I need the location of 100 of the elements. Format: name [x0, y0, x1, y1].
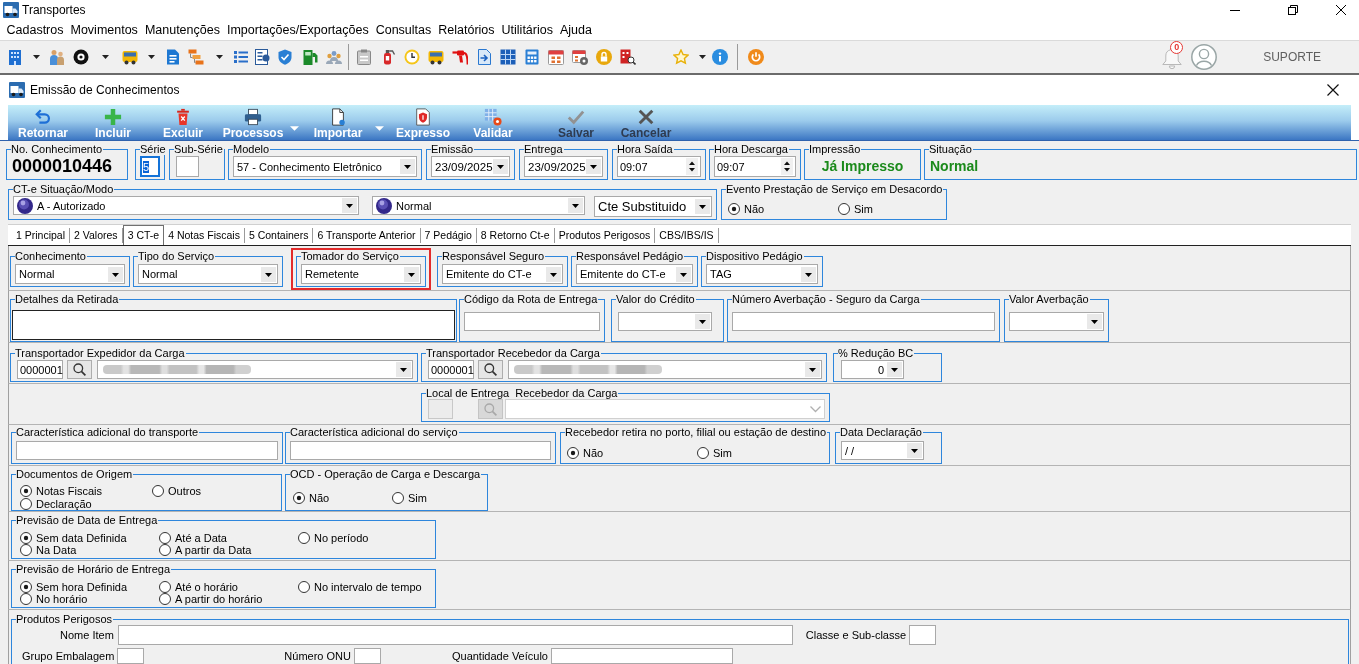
caret-icon[interactable] — [32, 55, 40, 59]
tab[interactable]: 6 Transporte Anterior — [313, 228, 421, 243]
code-field[interactable]: 0000001 — [428, 360, 474, 379]
text-field[interactable] — [176, 156, 199, 177]
dropdown-field[interactable]: TAG — [706, 264, 818, 284]
power-icon[interactable] — [748, 49, 764, 65]
spin-field[interactable]: 09:07 — [617, 156, 701, 177]
tab[interactable]: 7 Pedágio — [420, 228, 477, 243]
menu-item[interactable]: Movimentos — [67, 21, 142, 39]
dropdown-field[interactable]: 0 — [841, 360, 904, 379]
dropdown-field[interactable]: A - Autorizado — [13, 196, 359, 215]
dropdown-field[interactable]: Remetente — [301, 264, 421, 284]
bus-icon[interactable] — [428, 49, 444, 65]
menu-item[interactable]: Cadastros — [3, 21, 67, 39]
bell-icon[interactable] — [1161, 46, 1184, 70]
tab[interactable]: Produtos Perigosos — [554, 228, 656, 243]
radio-option[interactable]: No período — [298, 532, 369, 544]
menu-item[interactable]: Consultas — [372, 21, 435, 39]
caret-icon[interactable] — [698, 55, 706, 59]
search-button[interactable] — [67, 360, 92, 379]
calculator-icon[interactable] — [524, 49, 540, 65]
dropdown-field[interactable]: Cte Substituido — [594, 196, 712, 217]
dropdown-field[interactable] — [618, 312, 712, 331]
text-field[interactable] — [290, 441, 551, 460]
document-arrow-icon[interactable] — [476, 49, 492, 65]
radio-option[interactable]: No horário — [20, 593, 88, 605]
dropdown-field[interactable]: 23/09/2025 — [431, 156, 510, 177]
tab[interactable]: 4 Notas Fiscais — [164, 228, 245, 243]
clipboard-icon[interactable] — [356, 49, 372, 65]
radio-option[interactable]: Sim — [392, 491, 427, 504]
dropdown-field[interactable] — [97, 360, 413, 379]
tab[interactable]: 2 Valores — [70, 228, 123, 243]
radio-option[interactable]: Sem data Definida — [20, 532, 127, 544]
shield-check-icon[interactable] — [277, 49, 293, 65]
menu-item[interactable]: Utilitários — [498, 21, 557, 39]
radio-option[interactable]: Sim — [838, 201, 873, 217]
radio-option[interactable]: Declaração — [20, 497, 92, 510]
text-field[interactable] — [551, 648, 733, 664]
radio-option[interactable]: No intervalo de tempo — [298, 581, 422, 593]
building-search-icon[interactable] — [620, 49, 636, 65]
close-icon[interactable] — [1327, 83, 1339, 96]
document-icon[interactable] — [164, 49, 181, 65]
dropdown-field[interactable]: Emitente do CT-e — [576, 264, 693, 284]
radio-option[interactable]: Não — [728, 201, 765, 217]
search-button[interactable] — [478, 360, 503, 379]
text-field[interactable] — [909, 625, 937, 645]
dropdown-field[interactable]: Normal — [138, 264, 278, 284]
radio-option[interactable]: Até a Data — [159, 532, 227, 544]
clock-icon[interactable] — [404, 49, 420, 65]
close-icon[interactable] — [1335, 5, 1346, 15]
people-icon[interactable] — [49, 49, 65, 65]
user-name[interactable]: SUPORTE — [1263, 50, 1321, 64]
list-icon[interactable] — [232, 49, 249, 65]
menu-item[interactable]: Manutenções — [141, 21, 224, 39]
radio-option[interactable]: Até o horário — [159, 581, 238, 593]
lock-icon[interactable] — [596, 49, 612, 65]
calendar-icon[interactable] — [548, 49, 564, 65]
document-coin-icon[interactable] — [254, 49, 270, 65]
dropdown-field[interactable]: 23/09/2025 — [524, 156, 603, 177]
menu-item[interactable]: Importações/Exportações — [223, 21, 373, 39]
dropdown-field[interactable]: 57 - Conhecimento Eletrônico — [233, 156, 417, 177]
text-field[interactable] — [732, 312, 995, 331]
radio-option[interactable]: Não — [293, 491, 330, 504]
fuel-pump-icon[interactable] — [301, 49, 318, 65]
radio-option[interactable]: A partir da Data — [159, 544, 252, 556]
dropdown-field[interactable] — [1009, 312, 1104, 331]
people-group-icon[interactable] — [325, 49, 342, 65]
text-field[interactable] — [464, 312, 600, 331]
tab[interactable]: CBS/IBS/IS — [655, 228, 719, 243]
radio-option[interactable]: Na Data — [20, 544, 77, 556]
user-avatar-icon[interactable] — [1191, 44, 1218, 70]
text-area[interactable] — [12, 310, 455, 340]
tab[interactable]: 5 Containers — [244, 228, 314, 243]
spin-field[interactable]: 09:07 — [714, 156, 796, 177]
caret-icon[interactable] — [215, 55, 223, 59]
minimize-icon[interactable] — [1230, 9, 1240, 11]
caret-icon[interactable] — [102, 55, 109, 59]
radio-option[interactable]: Notas Fiscais — [20, 484, 103, 497]
radio-option[interactable]: Sim — [697, 445, 732, 461]
radio-option[interactable]: Sem hora Definida — [20, 581, 128, 593]
tire-icon[interactable] — [72, 49, 89, 65]
tab[interactable]: 8 Retorno Ct-e — [476, 228, 555, 243]
menu-item[interactable]: Relatórios — [434, 21, 499, 39]
tab[interactable]: 1 Principal — [12, 228, 71, 243]
dropdown-field[interactable]: Emitente do CT-e — [442, 264, 563, 284]
fuel-nozzle-icon[interactable] — [452, 49, 468, 65]
building-icon[interactable] — [7, 49, 23, 65]
restore-icon[interactable] — [1288, 5, 1298, 15]
text-field[interactable] — [117, 648, 145, 664]
dropdown-field[interactable] — [508, 360, 822, 379]
spreadsheet-icon[interactable] — [500, 49, 516, 65]
caret-icon[interactable] — [147, 55, 155, 59]
radio-option[interactable]: Outros — [152, 484, 201, 497]
radio-option[interactable]: A partir do horário — [159, 593, 263, 605]
radio-option[interactable]: Não — [567, 445, 604, 461]
star-icon[interactable] — [673, 49, 689, 65]
text-field[interactable]: 5 — [140, 156, 160, 177]
code-field[interactable]: 0000001 — [17, 360, 63, 379]
tab[interactable]: 3 CT-e — [122, 225, 165, 245]
dropdown-field[interactable]: Normal — [15, 264, 125, 284]
